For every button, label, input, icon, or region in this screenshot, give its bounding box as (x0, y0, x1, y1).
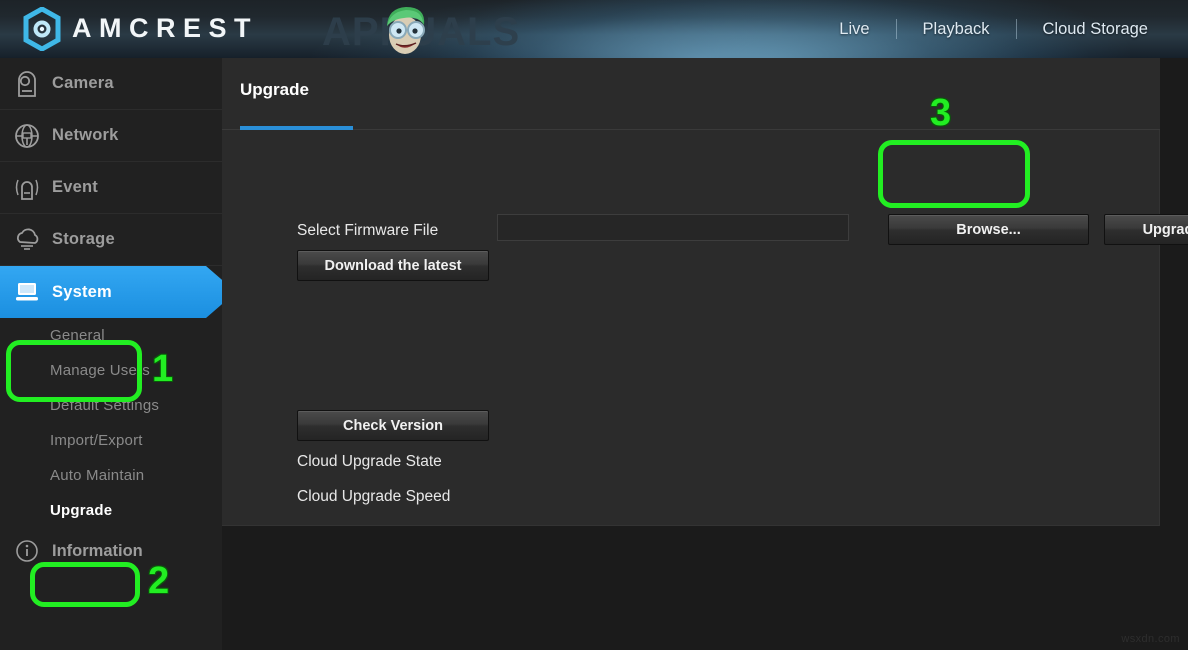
appuals-watermark-logo: APPUALS (322, 4, 537, 56)
event-alarm-icon (10, 173, 44, 203)
sidebar-item-camera[interactable]: Camera (0, 58, 222, 110)
brand-name: AMCREST (72, 13, 258, 43)
watermark-text: wsxdn.com (1121, 633, 1180, 645)
submenu-label: Upgrade (50, 502, 113, 519)
cloud-upgrade-speed-label: Cloud Upgrade Speed (297, 488, 451, 505)
submenu-label: Import/Export (50, 432, 143, 449)
appuals-mascot-icon (387, 7, 425, 54)
submenu-label: Default Settings (50, 397, 160, 414)
nav-item-cloud-storage[interactable]: Cloud Storage (1017, 0, 1175, 58)
download-the-latest-button[interactable]: Download the latest (297, 250, 489, 281)
sidebar-item-network[interactable]: Network (0, 110, 222, 162)
system-monitor-icon (10, 277, 44, 307)
sidebar-item-label: Storage (52, 230, 115, 248)
select-firmware-file-label: Select Firmware File (297, 222, 439, 239)
sidebar-item-label: Event (52, 178, 98, 196)
check-version-button[interactable]: Check Version (297, 410, 489, 441)
sidebar-item-event[interactable]: Event (0, 162, 222, 214)
cloud-upgrade-state-label: Cloud Upgrade State (297, 453, 442, 470)
sidebar-item-storage[interactable]: Storage (0, 214, 222, 266)
sidebar-item-label: Information (52, 541, 143, 560)
tab-upgrade[interactable]: Upgrade (240, 80, 309, 100)
nav-item-playback[interactable]: Playback (897, 0, 1016, 58)
amcrest-hexagon-icon (22, 6, 62, 52)
top-navigation: Live Playback Cloud Storage (813, 0, 1174, 58)
info-circle-icon (10, 539, 44, 563)
sidebar-item-upgrade[interactable]: Upgrade (0, 493, 222, 528)
sidebar-item-default-settings[interactable]: Default Settings (0, 388, 222, 423)
network-globe-icon (10, 121, 44, 151)
sidebar-item-label: Camera (52, 74, 114, 92)
sidebar-item-information[interactable]: Information (0, 528, 222, 574)
sidebar-item-label: Network (52, 126, 119, 144)
sidebar-item-label: System (52, 282, 112, 301)
sidebar: Camera Network Event Storage System Gene… (0, 58, 236, 650)
sidebar-item-import-export[interactable]: Import/Export (0, 423, 222, 458)
submenu-label: Auto Maintain (50, 467, 145, 484)
submenu-label: General (50, 327, 105, 344)
sidebar-item-general[interactable]: General (0, 318, 222, 353)
sidebar-item-auto-maintain[interactable]: Auto Maintain (0, 458, 222, 493)
storage-cloud-icon (10, 225, 44, 255)
browse-button[interactable]: Browse... (888, 214, 1089, 245)
header-bar: AMCREST APPUALS Live Playback Cloud Stor… (0, 0, 1188, 58)
upgrade-button[interactable]: Upgrade (1104, 214, 1188, 245)
tab-strip: Upgrade (222, 58, 1160, 130)
main-content: Upgrade Select Firmware File Download th… (222, 58, 1188, 650)
sidebar-item-system[interactable]: System (0, 266, 236, 318)
submenu-label: Manage Users (50, 362, 150, 379)
nav-item-live[interactable]: Live (813, 0, 895, 58)
firmware-file-input[interactable] (497, 214, 849, 241)
camera-icon (10, 69, 44, 99)
sidebar-item-manage-users[interactable]: Manage Users (0, 353, 222, 388)
upgrade-panel: Select Firmware File Download the latest… (222, 130, 1188, 526)
app-root: AMCREST APPUALS Live Playback Cloud Stor… (0, 0, 1188, 650)
sidebar-submenu: General Manage Users Default Settings Im… (0, 318, 222, 528)
